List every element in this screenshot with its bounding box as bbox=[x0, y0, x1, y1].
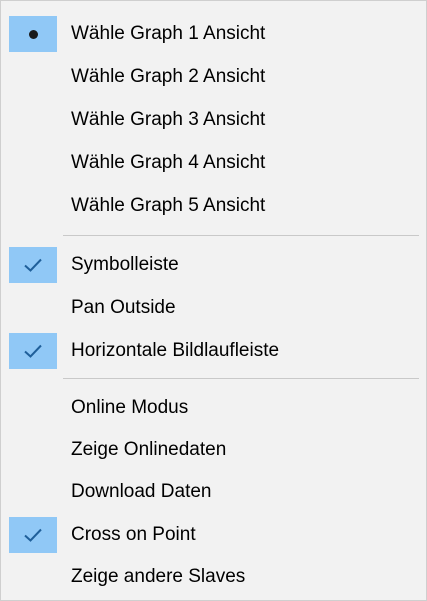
menu-item-graph-4[interactable]: Wähle Graph 4 Ansicht bbox=[1, 142, 426, 184]
check-indicator bbox=[9, 247, 57, 283]
menu-item-label: Pan Outside bbox=[71, 297, 176, 318]
menu-item-symbolleiste[interactable]: Symbolleiste bbox=[1, 244, 426, 286]
menu-item-label: Download Daten bbox=[71, 481, 212, 502]
menu-item-graph-1[interactable]: Wähle Graph 1 Ansicht bbox=[1, 13, 426, 55]
menu-item-pan-outside[interactable]: Pan Outside bbox=[1, 287, 426, 329]
menu-item-online-modus[interactable]: Online Modus bbox=[1, 387, 426, 429]
menu-separator bbox=[63, 235, 419, 236]
checkmark-icon bbox=[24, 344, 42, 358]
menu-item-cross-on-point[interactable]: Cross on Point bbox=[1, 514, 426, 556]
menu-item-download-daten[interactable]: Download Daten bbox=[1, 471, 426, 513]
menu-item-graph-3[interactable]: Wähle Graph 3 Ansicht bbox=[1, 99, 426, 141]
menu-item-label: Wähle Graph 4 Ansicht bbox=[71, 152, 266, 173]
check-indicator bbox=[9, 333, 57, 369]
checkmark-icon bbox=[24, 528, 42, 542]
menu-item-zeige-andere-slaves[interactable]: Zeige andere Slaves bbox=[1, 556, 426, 598]
menu-item-label: Online Modus bbox=[71, 397, 189, 418]
menu-item-label: Horizontale Bildlaufleiste bbox=[71, 340, 280, 361]
radio-dot-icon bbox=[28, 29, 38, 39]
menu-item-label: Wähle Graph 1 Ansicht bbox=[71, 23, 266, 44]
context-menu: Wähle Graph 1 Ansicht Wähle Graph 2 Ansi… bbox=[0, 0, 427, 601]
menu-item-label: Zeige Onlinedaten bbox=[71, 439, 227, 460]
menu-item-graph-5[interactable]: Wähle Graph 5 Ansicht bbox=[1, 185, 426, 227]
menu-item-label: Wähle Graph 2 Ansicht bbox=[71, 66, 266, 87]
menu-item-graph-2[interactable]: Wähle Graph 2 Ansicht bbox=[1, 56, 426, 98]
menu-item-label: Wähle Graph 5 Ansicht bbox=[71, 195, 266, 216]
checkmark-icon bbox=[24, 258, 42, 272]
menu-item-label: Wähle Graph 3 Ansicht bbox=[71, 109, 266, 130]
menu-separator bbox=[63, 378, 419, 379]
radio-indicator bbox=[9, 16, 57, 52]
menu-item-zeige-onlinedaten[interactable]: Zeige Onlinedaten bbox=[1, 429, 426, 471]
menu-item-label: Zeige andere Slaves bbox=[71, 566, 246, 587]
check-indicator bbox=[9, 517, 57, 553]
menu-item-label: Symbolleiste bbox=[71, 254, 179, 275]
menu-item-label: Cross on Point bbox=[71, 524, 196, 545]
menu-item-horizontale-bildlaufleiste[interactable]: Horizontale Bildlaufleiste bbox=[1, 330, 426, 372]
